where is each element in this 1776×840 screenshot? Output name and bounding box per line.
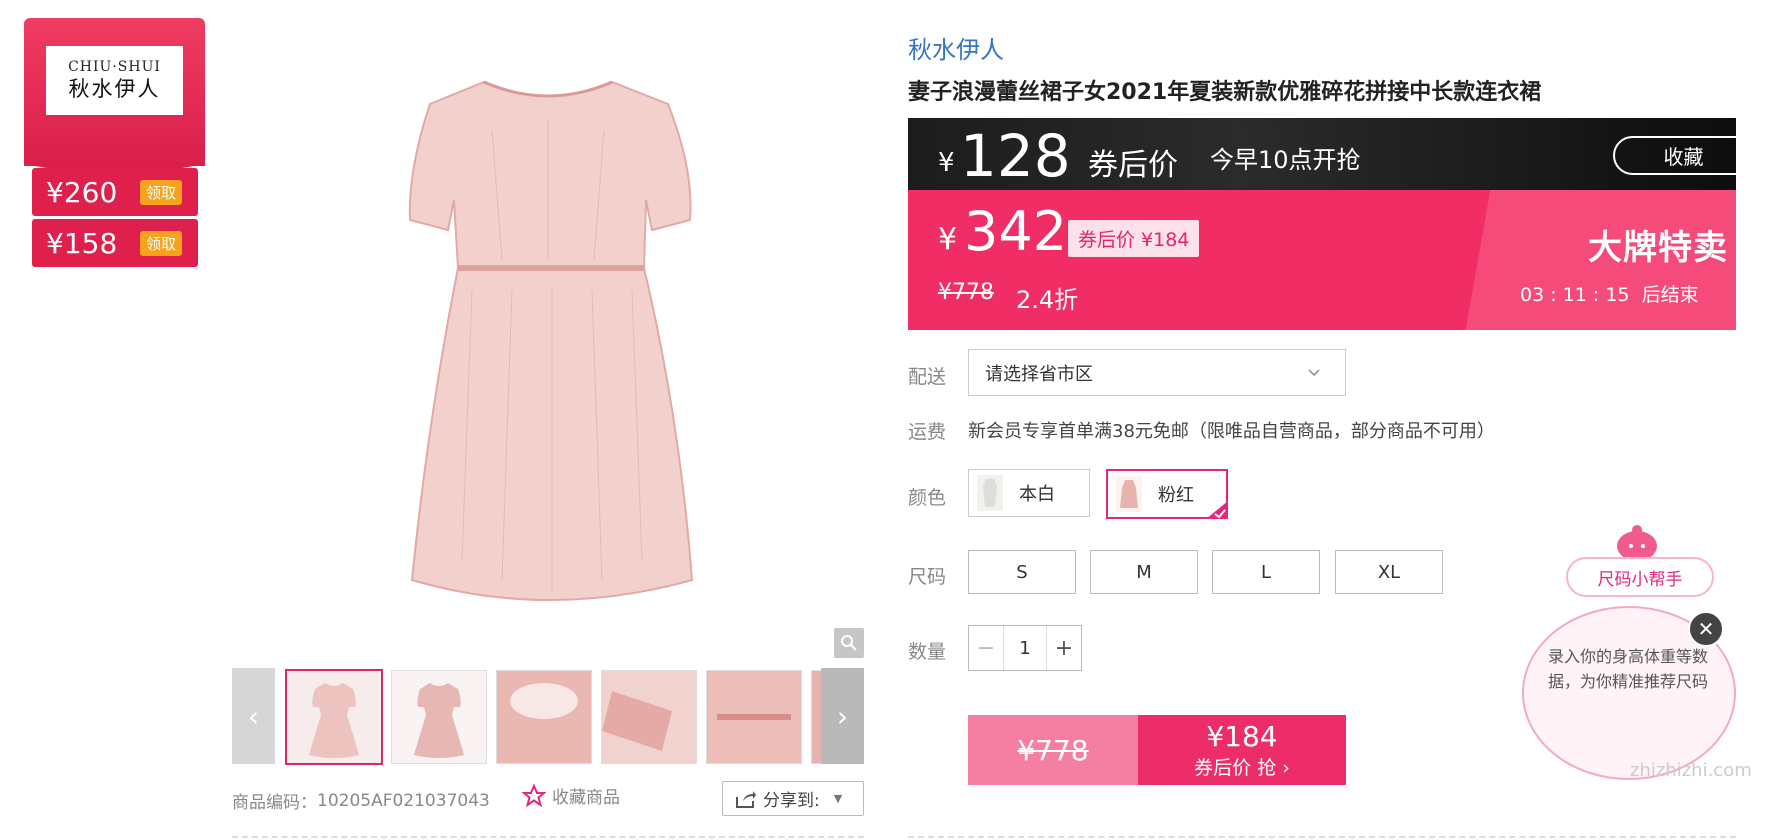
chevron-right-icon: › [836,699,849,733]
sku-row: 商品编码： 10205AF021037043 [232,788,490,814]
chevron-down-icon [1308,368,1320,376]
sale-price: 342 [964,200,1068,263]
quantity-plus-button[interactable]: + [1046,626,1081,670]
close-icon[interactable]: ✕ [1688,611,1724,647]
share-button[interactable]: 分享到: ▼ [722,781,864,816]
address-select[interactable]: 请选择省市区 [968,349,1346,396]
coupon-card[interactable]: ¥260 领取 [32,168,198,216]
promo-bar: ¥ 128 券后价 今早10点开抢 收藏 [908,118,1736,190]
divider [232,836,864,838]
coupon-amount: ¥260 [46,175,118,209]
after-coupon-tag: 券后价 ¥184 [1068,220,1200,257]
brand-link[interactable]: 秋水伊人 [908,30,1004,65]
divider [908,836,1736,838]
lace-detail-image [510,683,578,719]
buy-action-label: 券后价 抢 › [1194,757,1290,779]
thumbnail-next-button[interactable]: › [821,668,864,764]
size-option-m[interactable]: M [1090,550,1198,594]
sale-price-box: ¥ 342 券后价 ¥184 ¥778 2.4折 大牌特卖 03 : 11 : … [908,190,1736,330]
thumbnail[interactable] [496,670,592,764]
shipping-label: 运费 [908,421,947,443]
size-helper-tag[interactable]: 尺码小帮手 [1566,557,1714,597]
sku-label: 商品编码： [232,793,317,813]
brand-logo-cn: 秋水伊人 [68,76,161,101]
thumbnail[interactable] [391,670,487,764]
mascot-icon[interactable] [1612,522,1662,562]
zoom-button[interactable] [834,628,864,658]
buy-price: ¥184 [1206,720,1278,753]
color-option-selected[interactable]: 粉红 [1106,469,1228,519]
dress-thumbnail-image [309,683,359,758]
chevron-left-icon: ‹ [247,699,260,733]
color-swatch-pink [1116,476,1142,512]
quantity-stepper[interactable]: − 1 + [968,625,1082,671]
quantity-value[interactable]: 1 [1004,626,1046,670]
thumbnail[interactable] [601,670,697,764]
watermark: zhizhizhi.com [1630,760,1752,781]
fabric-detail-image [717,714,791,720]
color-swatch-white [977,475,1003,511]
main-product-image[interactable] [232,20,864,630]
color-option-label: 本白 [1019,484,1055,505]
sale-currency: ¥ [938,222,958,257]
color-option-label: 粉红 [1158,485,1194,506]
promo-after-label: 券后价 [1088,148,1178,183]
size-option-xl[interactable]: XL [1335,550,1443,594]
original-price: ¥778 [938,280,994,305]
thumbnail[interactable] [706,670,802,764]
thumbnail-prev-button[interactable]: ‹ [232,668,275,764]
countdown-suffix: 后结束 [1641,284,1699,306]
favorite-button[interactable]: 收藏 [1613,136,1736,175]
caret-down-icon: ▼ [833,792,843,805]
brand-badge[interactable]: CHIU·SHUI 秋水伊人 [24,18,205,180]
dress-thumbnail-image [414,683,464,758]
color-label: 颜色 [908,487,947,509]
coupon-claim-button[interactable]: 领取 [140,179,183,205]
coupon-claim-button[interactable]: 领取 [140,230,183,256]
sleeve-detail-image [602,691,672,751]
favorite-product-link[interactable]: 收藏商品 [522,783,620,808]
size-option-l[interactable]: L [1212,550,1320,594]
countdown-value: 03 : 11 : 15 [1520,284,1630,306]
star-icon [522,783,546,807]
share-icon [736,790,756,808]
promo-start-text: 今早10点开抢 [1210,146,1361,174]
coupon-amount: ¥158 [46,226,118,260]
buy-action[interactable]: ¥184 券后价 抢 › [1138,715,1346,785]
quantity-minus-button[interactable]: − [969,626,1004,670]
buy-button[interactable]: ¥778 ¥184 券后价 抢 › [968,715,1346,785]
thumbnail[interactable] [285,669,383,765]
coupon-card[interactable]: ¥158 领取 [32,219,198,267]
product-title: 妻子浪漫蕾丝裙子女2021年夏装新款优雅碎花拼接中长款连衣裙 [908,80,1542,105]
size-option-s[interactable]: S [968,550,1076,594]
buy-original-price: ¥778 [968,715,1138,785]
share-label: 分享到: [763,791,820,811]
favorite-product-label: 收藏商品 [552,788,620,808]
shipping-text: 新会员专享首单满38元免邮（限唯品自营商品，部分商品不可用） [968,421,1495,442]
sku-value: 10205AF021037043 [317,790,490,811]
thumbnail-strip: ‹ › [232,668,864,766]
color-option[interactable]: 本白 [968,469,1090,517]
selected-check-icon [1206,501,1228,519]
size-label: 尺码 [908,566,947,588]
brand-sale-banner: 大牌特卖 [1588,228,1728,268]
countdown-timer: 03 : 11 : 15 后结束 [1520,280,1699,307]
address-select-value: 请选择省市区 [985,363,1093,385]
promo-price: 128 [960,122,1071,190]
magnifier-icon [841,635,857,651]
size-helper-text: 录入你的身高体重等数据，为你精准推荐尺码 [1548,647,1709,691]
quantity-label: 数量 [908,641,947,663]
brand-logo[interactable]: CHIU·SHUI 秋水伊人 [46,46,183,115]
promo-currency: ¥ [938,148,955,178]
discount-label: 2.4折 [1016,286,1079,314]
delivery-label: 配送 [908,366,947,388]
